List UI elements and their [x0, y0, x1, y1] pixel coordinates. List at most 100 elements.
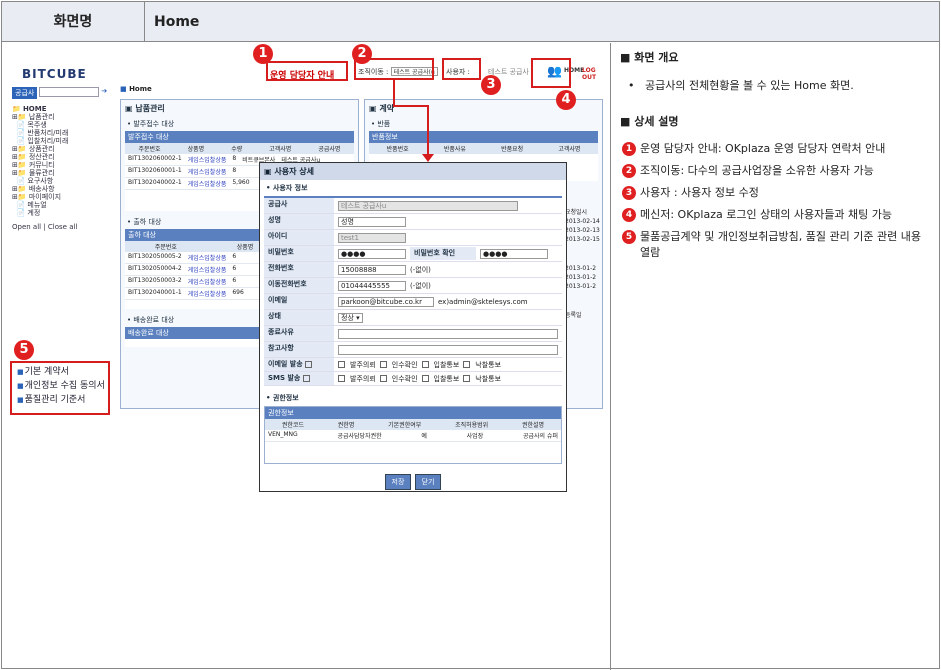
detail-item: 1 운영 담당자 안내: OKplaza 운영 담당자 연락처 안내: [620, 141, 931, 157]
open-close-all[interactable]: Open all | Close all: [12, 223, 114, 231]
return-grid-header: 반품번호 반품사유 반품요청 고객사명: [369, 143, 598, 154]
screen-name-value: Home: [154, 14, 200, 30]
detail-item: 5 물품공급계약 및 개인정보취급방침, 품질 관리 기준 관련 내용 열람: [620, 229, 931, 261]
return-dates: 요청일시 2013-02-14 2013-02-13 2013-02-15 2013…: [565, 209, 600, 319]
sidebar-search: 공급사 ➔: [12, 87, 114, 99]
note-label: 참고사항: [264, 342, 334, 357]
form-row: 참고사항: [264, 342, 562, 358]
detail-item: 2 조직이동: 다수의 공급사업장을 소유한 사용자 가능: [620, 163, 931, 179]
dialog-buttons: 저장 닫기: [260, 474, 566, 490]
sidebar-item[interactable]: 📄 입찰처리/미래: [12, 137, 114, 145]
detail-item: 3 사용자 : 사용자 정보 수정: [620, 185, 931, 201]
description-panel: ■ 화면 개요 • 공급사의 전체현황을 볼 수 있는 Home 화면. ■ 상…: [612, 43, 939, 670]
screen-name-label: 화면명: [2, 2, 145, 42]
callout-box-4: [531, 58, 571, 88]
form-row: 아이디 test1: [264, 230, 562, 246]
form-row: 전화번호 15008888 (-없이): [264, 262, 562, 278]
note-field[interactable]: [338, 344, 558, 355]
callout-number-3: 3: [481, 75, 501, 95]
user-detail-dialog: ▣ 사용자 상세 • 사용자 정보 공급사 테스트 공급사u 성명 성명 아이디 te…: [259, 162, 567, 492]
mobile-hint: (-없이): [410, 281, 431, 290]
sidebar-item[interactable]: ⊞📁 정산관리: [12, 153, 114, 161]
user-form: 공급사 테스트 공급사u 성명 성명 아이디 test1 비밀번호 ●●●● 비밀번호 확…: [264, 196, 562, 386]
phone-field[interactable]: 15008888: [338, 264, 406, 275]
email-send-label: 이메일 발송: [264, 358, 334, 371]
auth-section: • 권한정보: [266, 394, 299, 402]
email-hint: ex)admin@sktelesys.com: [438, 297, 528, 306]
callout-arrow-head: [422, 154, 434, 162]
user-info-section: • 사용자 정보: [266, 184, 308, 192]
form-row: SMS 발송 발주의뢰 인수확인 입찰통보 낙찰통보: [264, 372, 562, 386]
stop-reason-label: 종료사유: [264, 326, 334, 341]
phone-label: 전화번호: [264, 262, 334, 277]
callout-box-1: [266, 61, 348, 81]
search-input[interactable]: [39, 87, 100, 97]
sidebar-tree: 📁 HOME ⊞📁 납품관리 📄 목주생 📄 반품처리/미래 📄 입찰처리/미래…: [12, 105, 114, 231]
password-confirm-field[interactable]: ●●●●: [480, 248, 548, 259]
email-field[interactable]: parkoon@bitcube.co.kr: [338, 296, 434, 307]
sidebar-item[interactable]: 📄 반품처리/미래: [12, 129, 114, 137]
save-button[interactable]: 저장: [384, 474, 412, 490]
form-row: 성명 성명: [264, 214, 562, 230]
callout-number-5: 5: [14, 340, 34, 360]
spec-header: 화면명 Home: [2, 2, 939, 42]
company-label: 공급사: [264, 198, 334, 213]
dialog-title: ▣ 사용자 상세: [260, 163, 566, 180]
id-field: test1: [338, 232, 406, 243]
id-label: 아이디: [264, 230, 334, 245]
sidebar-item[interactable]: 📄 계정: [12, 209, 114, 217]
email-options[interactable]: 발주의뢰 인수확인 입찰통보 낙찰통보: [334, 360, 501, 370]
form-row: 상태 정상 ▾: [264, 310, 562, 326]
callout-number-1: 1: [253, 44, 273, 64]
sidebar-item[interactable]: ⊞📁 배송사항: [12, 185, 114, 193]
name-field[interactable]: 성명: [338, 216, 406, 227]
detail-item: 4 메신저: OKplaza 로그인 상태의 사용자들과 채팅 가능: [620, 207, 931, 223]
close-button[interactable]: 닫기: [414, 474, 442, 490]
bitcube-logo: BITCUBE: [22, 67, 87, 81]
form-row: 공급사 테스트 공급사u: [264, 198, 562, 214]
overview-text: • 공급사의 전체현황을 볼 수 있는 Home 화면.: [628, 79, 854, 92]
delivery-panel-title: ▣ 납품관리: [125, 104, 165, 113]
form-row: 비밀번호 ●●●● 비밀번호 확인 ●●●●: [264, 246, 562, 262]
order-grid-title: 발주접수 대상: [125, 131, 354, 143]
sidebar-item[interactable]: 📄 목주생: [12, 121, 114, 129]
auth-grid: 권한정보 권한코드 권한명 기본권한여부 조직허용범위 권한설명 VEN_MNG 공급사담…: [264, 406, 562, 464]
status-label: 상태: [264, 310, 334, 325]
logout-link[interactable]: LOG OUT: [582, 67, 610, 81]
callout-number-4: 4: [556, 90, 576, 110]
company-field: 테스트 공급사u: [338, 200, 518, 211]
sidebar-item[interactable]: 📄 메뉴얼: [12, 201, 114, 209]
sidebar-item[interactable]: ⊞📁 마이페이지: [12, 193, 114, 201]
mobile-field[interactable]: 01044445555: [338, 280, 406, 291]
screenshot-area: BITCUBE 운영 담당자 안내 조직이동 : 테스트 공급사(u 사용자 :…: [2, 43, 611, 670]
status-select[interactable]: 정상 ▾: [338, 312, 363, 323]
auth-grid-title: 권한정보: [265, 407, 561, 419]
sidebar-item[interactable]: ⊞📁 커뮤니티: [12, 161, 114, 169]
order-subtitle: • 발주접수 대상: [127, 120, 175, 128]
sms-send-label: SMS 발송: [264, 372, 334, 385]
overview-title: ■ 화면 개요: [620, 51, 679, 64]
email-label: 이메일: [264, 294, 334, 309]
arrow-right-icon[interactable]: ➔: [101, 87, 107, 99]
search-tab[interactable]: 공급사: [12, 87, 38, 99]
password-confirm-label: 비밀번호 확인: [410, 247, 476, 260]
detail-title: ■ 상세 설명: [620, 115, 679, 128]
name-label: 성명: [264, 214, 334, 229]
return-grid-title: 반품정보: [369, 131, 598, 143]
sidebar-item[interactable]: 📄 요구사항: [12, 177, 114, 185]
spec-table: 화면명 Home BITCUBE 운영 담당자 안내 조직이동 : 테스트 공급…: [1, 1, 940, 670]
breadcrumb: ■ Home: [120, 85, 152, 93]
home-icon: ■: [120, 85, 127, 93]
password-field[interactable]: ●●●●: [338, 248, 406, 259]
sidebar-item[interactable]: ⊞📁 상품관리: [12, 145, 114, 153]
sidebar-item[interactable]: ⊞📁 납품관리: [12, 113, 114, 121]
sidebar-item[interactable]: ⊞📁 물류관리: [12, 169, 114, 177]
sidebar-item[interactable]: 📁 HOME: [12, 105, 114, 113]
table-row[interactable]: VEN_MNG 공급사담당자권한 예 사업장 공급사의 슈퍼: [265, 430, 561, 442]
sms-options[interactable]: 발주의뢰 인수확인 입찰통보 낙찰통보: [334, 374, 501, 384]
callout-arrow-line: [427, 105, 429, 157]
callout-number-2: 2: [352, 44, 372, 64]
stop-reason-field[interactable]: [338, 328, 558, 339]
return-subtitle: • 반품: [371, 120, 391, 128]
callout-box-3: [442, 58, 481, 80]
